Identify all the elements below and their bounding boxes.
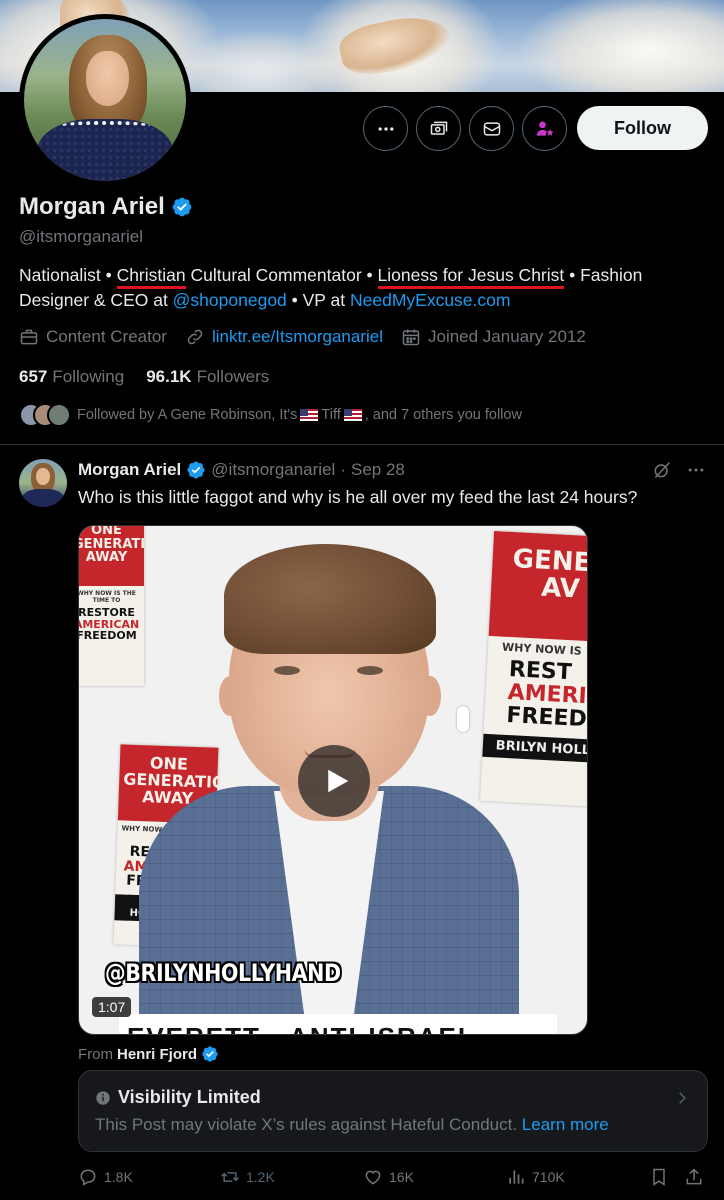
- reply-button[interactable]: 1.8K: [78, 1167, 133, 1187]
- like-button[interactable]: 16K: [363, 1167, 414, 1187]
- subscribe-button[interactable]: [522, 106, 567, 151]
- joined-label: Joined January 2012: [427, 327, 586, 346]
- money-icon: [430, 121, 447, 135]
- play-button[interactable]: [298, 745, 370, 817]
- us-flag-icon: [300, 409, 319, 421]
- repost-button[interactable]: 1.2K: [220, 1167, 275, 1187]
- followers-count: 96.1K: [146, 367, 192, 386]
- tweet-actions: 1.8K 1.2K 16K 710K: [78, 1167, 708, 1193]
- notice-title: Visibility Limited: [118, 1087, 261, 1107]
- video-duration: 1:07: [92, 997, 132, 1017]
- notice-text: This Post may violate X’s rules against …: [95, 1115, 518, 1134]
- following-link[interactable]: 657 Following: [19, 367, 124, 387]
- profile-bio: Nationalist • Christian Cultural Comment…: [19, 263, 709, 313]
- bio-text: Cultural Commentator •: [185, 265, 378, 285]
- briefcase-icon: [20, 329, 38, 345]
- tweet-video[interactable]: ONE GENERATION AWAY WHY NOW IS THE TIME …: [78, 525, 588, 1035]
- share-button[interactable]: [684, 1167, 704, 1187]
- followed-by-text: Followed by A Gene Robinson, It's: [77, 407, 298, 423]
- separator: ·: [340, 460, 346, 479]
- visibility-notice[interactable]: Visibility Limited This Post may violate…: [78, 1070, 708, 1152]
- more-icon[interactable]: [686, 460, 706, 480]
- subscribe-icon: [536, 121, 554, 136]
- followed-by-others: , and 7 others you follow: [364, 407, 522, 423]
- bio-text: Nationalist •: [19, 265, 117, 285]
- from-account-link[interactable]: Henri Fjord: [117, 1046, 197, 1063]
- video-source: From Henri Fjord: [78, 1045, 219, 1063]
- learn-more-link[interactable]: Learn more: [522, 1115, 609, 1134]
- video-caption-text: EVERETT · ANTI-ISRAEL: [127, 1022, 476, 1034]
- bio-text: • VP at: [286, 290, 350, 310]
- message-button[interactable]: [469, 106, 514, 151]
- message-icon: [483, 121, 500, 136]
- calendar-icon: [402, 329, 420, 346]
- profile-website[interactable]: linktr.ee/Itsmorganariel: [185, 327, 383, 347]
- tweet-text: Who is this little faggot and why is he …: [78, 487, 638, 507]
- like-icon: [365, 1170, 381, 1185]
- tweet-author-handle[interactable]: @itsmorganariel: [211, 460, 335, 480]
- notice-body: This Post may violate X’s rules against …: [95, 1115, 609, 1135]
- reply-count: 1.8K: [104, 1169, 133, 1185]
- tweet-author-name[interactable]: Morgan Ariel: [78, 460, 181, 480]
- verified-icon[interactable]: [186, 460, 206, 480]
- link-icon: [187, 329, 203, 345]
- following-count: 657: [19, 367, 48, 386]
- followers-you-know[interactable]: Followed by A Gene Robinson, It's Tiff ,…: [19, 403, 522, 427]
- more-icon: [378, 126, 393, 131]
- profile-avatar[interactable]: [19, 14, 191, 186]
- follow-button[interactable]: Follow: [577, 106, 708, 150]
- bio-url-link[interactable]: NeedMyExcuse.com: [350, 290, 510, 310]
- followed-by-name: Tiff: [321, 407, 341, 423]
- profile-display-name: Morgan Ariel: [19, 193, 165, 220]
- video-caption-strip: EVERETT · ANTI-ISRAEL: [119, 1014, 557, 1034]
- tip-button[interactable]: [416, 106, 461, 151]
- avatar: [47, 403, 71, 427]
- notice-title-row: Visibility Limited: [95, 1087, 261, 1108]
- followers-link[interactable]: 96.1K Followers: [146, 367, 269, 387]
- video-overlay-handle: @BRILYNHOLLYHAND: [105, 959, 341, 987]
- website-link[interactable]: linktr.ee/Itsmorganariel: [212, 327, 383, 347]
- profile-meta: Content Creator linktr.ee/Itsmorganariel…: [19, 327, 604, 347]
- tweet-date[interactable]: Sep 28: [351, 460, 405, 480]
- profile-name-row: Morgan Ariel: [19, 193, 193, 221]
- tweet-header: Morgan Ariel @itsmorganariel · Sep 28: [78, 460, 405, 480]
- grok-icon[interactable]: [652, 460, 672, 480]
- tweet-avatar[interactable]: [19, 459, 67, 507]
- chevron-right-icon: [679, 1092, 686, 1104]
- like-count: 16K: [389, 1169, 414, 1185]
- play-icon: [327, 769, 348, 793]
- follower-avatars: [19, 403, 71, 427]
- followers-label: Followers: [196, 367, 270, 386]
- following-label: Following: [52, 367, 125, 386]
- us-flag-icon: [343, 409, 362, 421]
- reply-icon: [80, 1169, 96, 1186]
- divider: [0, 444, 724, 445]
- from-label: From: [78, 1045, 113, 1063]
- profile-counts: 657 Following 96.1K Followers: [19, 367, 291, 387]
- views-count: 710K: [532, 1169, 565, 1185]
- bookmark-button[interactable]: [649, 1167, 669, 1187]
- repost-icon: [221, 1172, 239, 1182]
- verified-icon: [202, 1046, 218, 1062]
- profile-handle: @itsmorganariel: [19, 227, 144, 246]
- tweet-top-icons: [652, 460, 706, 480]
- views-icon: [509, 1170, 524, 1184]
- more-button[interactable]: [363, 106, 408, 151]
- info-icon: [96, 1090, 110, 1105]
- profile-joined: Joined January 2012: [401, 327, 586, 347]
- bio-underlined-text: Christian: [116, 265, 186, 289]
- share-icon: [686, 1168, 702, 1185]
- repost-count: 1.2K: [246, 1169, 275, 1185]
- bookmark-icon: [653, 1168, 665, 1186]
- bio-underlined-text: Lioness for Jesus Christ: [377, 265, 565, 289]
- bio-mention-link[interactable]: @shoponegod: [173, 290, 287, 310]
- category-label: Content Creator: [46, 327, 167, 346]
- profile-category: Content Creator: [19, 327, 167, 347]
- verified-icon[interactable]: [171, 196, 193, 218]
- views-button[interactable]: 710K: [506, 1167, 565, 1187]
